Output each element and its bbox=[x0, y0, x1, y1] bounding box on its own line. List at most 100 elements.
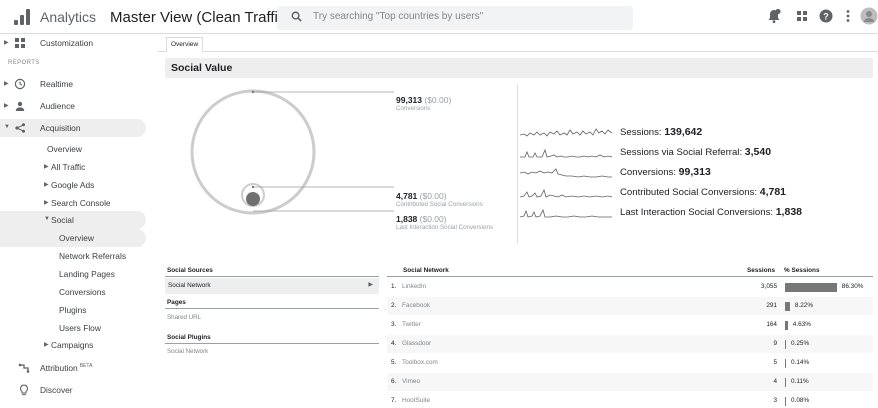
contributed-conversions-value: 4,781 ($0.00) bbox=[396, 191, 447, 201]
dashboard-grid-icon bbox=[15, 38, 25, 48]
social-referral-sparkline bbox=[520, 148, 612, 158]
sidebar-item-label: Attribution BETA bbox=[40, 363, 93, 373]
table-row[interactable]: 2. Facebook 291 8.22% bbox=[387, 297, 873, 315]
last-interaction-label: Last Interaction Social Conversions bbox=[396, 224, 493, 231]
svg-text:?: ? bbox=[823, 11, 829, 21]
sessions-share-bar bbox=[785, 378, 786, 387]
row-number: 5. bbox=[391, 359, 397, 366]
section-header: Social Value bbox=[165, 58, 873, 78]
lightbulb-icon bbox=[20, 384, 28, 396]
apps-grid-icon[interactable] bbox=[794, 8, 810, 24]
column-header-pct-sessions[interactable]: % Sessions bbox=[784, 267, 820, 274]
network-name-link[interactable]: Facebook bbox=[402, 302, 430, 309]
divider bbox=[165, 308, 379, 309]
sidebar-item-label: Campaigns bbox=[51, 340, 94, 350]
view-name: Master View (Clean Traffic) bbox=[110, 9, 291, 26]
main-content: Overview Social Value 99,313 ($0.00) Con… bbox=[158, 34, 878, 408]
sessions-share-bar bbox=[785, 321, 788, 330]
sidebar-item-plugins[interactable]: Plugins bbox=[0, 301, 146, 319]
sessions-value: 5 bbox=[773, 359, 777, 366]
sidebar-item-acquisition[interactable]: ▼ Acquisition bbox=[0, 119, 146, 137]
sessions-value: 9 bbox=[773, 340, 777, 347]
network-name-link[interactable]: Vimeo bbox=[402, 378, 420, 385]
sidebar-item-label: Google Ads bbox=[51, 180, 95, 190]
sidebar-item-google-ads[interactable]: ▶ Google Ads bbox=[0, 176, 146, 194]
sidebar-item-discover[interactable]: Discover bbox=[0, 381, 146, 399]
sessions-sparkline bbox=[520, 128, 612, 137]
divider bbox=[165, 276, 379, 277]
sidebar-item-network-referrals[interactable]: Network Referrals bbox=[0, 247, 146, 265]
last-interaction-sparkline bbox=[520, 208, 612, 218]
table-row[interactable]: 7. HootSuite 3 0.08% bbox=[387, 392, 873, 408]
network-name-link[interactable]: Glassdoor bbox=[402, 340, 431, 347]
contributed-sparkline bbox=[520, 188, 612, 198]
sidebar-item-social[interactable]: ▼ Social bbox=[0, 211, 146, 229]
sessions-value: 3,055 bbox=[761, 283, 777, 290]
sidebar-item-customization[interactable]: ▶ Customization bbox=[0, 34, 146, 52]
sidebar-item-landing-pages[interactable]: Landing Pages bbox=[0, 265, 146, 283]
avatar[interactable] bbox=[860, 7, 878, 25]
caret-right-icon: ▶ bbox=[44, 342, 49, 348]
sidebar-item-campaigns[interactable]: ▶ Campaigns bbox=[0, 336, 146, 354]
network-name-link[interactable]: Toolbox.com bbox=[402, 359, 438, 366]
sidebar-item-attribution[interactable]: Attribution BETA bbox=[0, 359, 146, 377]
table-row[interactable]: 1. LinkedIn 3,055 86.30% bbox=[387, 278, 873, 296]
divider bbox=[165, 343, 379, 344]
tab-overview[interactable]: Overview bbox=[166, 37, 204, 53]
view-selector[interactable]: Master View (Clean Traffic)▾ bbox=[110, 9, 299, 26]
network-name-link[interactable]: HootSuite bbox=[402, 397, 430, 404]
sidebar: ▶ Customization REPORTS ▶ Realtime ▶ Aud… bbox=[0, 34, 158, 408]
caret-right-icon: ▶ bbox=[4, 103, 9, 109]
shared-url-link[interactable]: Shared URL bbox=[167, 314, 201, 321]
column-header-network[interactable]: Social Network bbox=[403, 267, 449, 274]
sidebar-item-label: Discover bbox=[40, 385, 73, 395]
caret-right-icon: ▶ bbox=[4, 40, 9, 46]
sidebar-item-audience[interactable]: ▶ Audience bbox=[0, 97, 146, 115]
sidebar-item-users-flow[interactable]: Users Flow bbox=[0, 319, 146, 337]
help-icon[interactable]: ? bbox=[818, 8, 834, 24]
sidebar-item-social-overview[interactable]: Overview bbox=[0, 229, 146, 247]
row-number: 1. bbox=[391, 283, 397, 290]
notifications-bell-icon[interactable] bbox=[766, 8, 782, 24]
sidebar-item-search-console[interactable]: ▶ Search Console bbox=[0, 194, 146, 212]
sessions-percent: 0.11% bbox=[791, 378, 809, 385]
social-network-dimension[interactable]: Social Network ▶ bbox=[165, 278, 379, 294]
network-name-link[interactable]: LinkedIn bbox=[402, 283, 426, 290]
column-header-sessions[interactable]: Sessions bbox=[747, 267, 775, 274]
sidebar-item-label: Conversions bbox=[59, 287, 106, 297]
attribution-icon bbox=[18, 363, 30, 373]
table-row[interactable]: 4. Glassdoor 9 0.25% bbox=[387, 335, 873, 353]
metric-sessions: Sessions: 139,642 bbox=[520, 126, 870, 140]
sidebar-item-acquisition-overview[interactable]: Overview bbox=[0, 140, 146, 158]
sidebar-item-label: Acquisition bbox=[40, 123, 81, 133]
sessions-share-bar bbox=[785, 283, 837, 292]
caret-right-icon: ▶ bbox=[4, 81, 9, 87]
sidebar-item-label: Plugins bbox=[59, 305, 87, 315]
caret-right-icon: ▶ bbox=[44, 182, 49, 188]
row-number: 3. bbox=[391, 321, 397, 328]
last-interaction-value: 1,838 ($0.00) bbox=[396, 214, 447, 224]
app-name: Analytics bbox=[40, 9, 97, 25]
sidebar-item-label: Users Flow bbox=[59, 323, 101, 333]
more-vert-icon[interactable] bbox=[840, 8, 856, 24]
conversions-label: Conversions bbox=[396, 105, 431, 112]
table-row[interactable]: 6. Vimeo 4 0.11% bbox=[387, 373, 873, 391]
network-name-link[interactable]: Twitter bbox=[402, 321, 421, 328]
row-number: 4. bbox=[391, 340, 397, 347]
caret-right-icon: ▶ bbox=[368, 282, 373, 288]
search-input[interactable]: Try searching "Top countries by users" bbox=[277, 6, 633, 30]
analytics-logo-icon[interactable] bbox=[14, 9, 32, 25]
sidebar-item-social-conversions[interactable]: Conversions bbox=[0, 283, 146, 301]
sessions-percent: 0.14% bbox=[791, 359, 810, 366]
caret-right-icon: ▶ bbox=[44, 200, 49, 206]
table-row[interactable]: 3. Twitter 164 4.63% bbox=[387, 316, 873, 334]
sidebar-item-realtime[interactable]: ▶ Realtime bbox=[0, 75, 146, 93]
conversions-sparkline bbox=[520, 168, 612, 178]
tab-divider bbox=[158, 51, 878, 52]
beta-badge: BETA bbox=[79, 363, 93, 369]
plugins-social-network-link[interactable]: Social Network bbox=[167, 348, 208, 355]
table-row[interactable]: 5. Toolbox.com 5 0.14% bbox=[387, 354, 873, 372]
metric-sessions-social-referral: Sessions via Social Referral: 3,540 bbox=[520, 146, 870, 160]
sidebar-item-label: Social bbox=[51, 215, 74, 225]
sidebar-item-all-traffic[interactable]: ▶ All Traffic bbox=[0, 158, 146, 176]
